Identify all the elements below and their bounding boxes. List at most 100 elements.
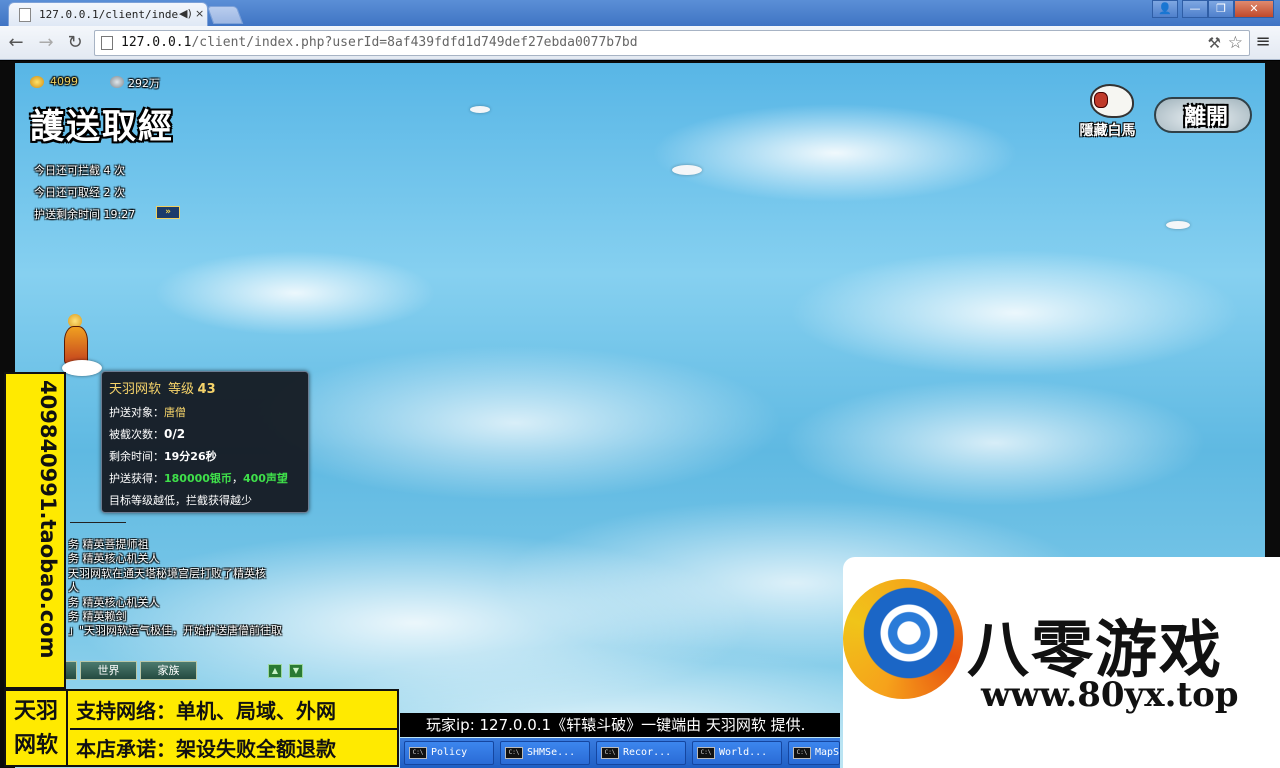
level-label: 等级: [168, 382, 195, 397]
chat-message: 天羽网软在通天塔秘境宫层打败了精英核: [68, 566, 266, 580]
cloud-mount-icon: [62, 360, 102, 376]
console-icon: C:\: [601, 747, 619, 759]
reward-reputation: 400声望: [242, 472, 288, 485]
hidden-horse-label: 隱藏白馬: [1079, 123, 1136, 139]
tooltip-intercepted: 被截次数：0/2: [109, 426, 185, 442]
speaker-icon[interactable]: ◀): [179, 7, 192, 20]
banner-divider: [70, 728, 397, 730]
leave-label: 離開: [1184, 104, 1229, 130]
airship-icon: [672, 165, 702, 175]
url-host: 127.0.0.1: [121, 35, 192, 50]
address-bar[interactable]: 127.0.0.1/client/index.php?userId=8af439…: [94, 30, 1250, 56]
chat-message: 务 精英核心机关人: [68, 552, 160, 566]
tab-title: 127.0.0.1/client/index: [39, 8, 179, 21]
reward-silver: 180000银币: [164, 472, 232, 485]
forward-icon[interactable]: →: [35, 32, 57, 54]
console-icon: C:\: [505, 747, 523, 759]
tooltip-reward: 护送获得：180000银币，400声望: [109, 470, 288, 486]
taobao-url: 409840991.taobao.com: [36, 380, 60, 659]
taskbar-item-mapse[interactable]: C:\ MapSe: [788, 741, 840, 765]
intercepted-value: 0/2: [164, 427, 186, 441]
escorts-left: 今日还可取经 2 次: [34, 186, 125, 199]
chat-log: 务 精英菩提师祖 务 精英核心机关人 天羽网软在通天塔秘境宫层打败了精英核 人 …: [68, 538, 318, 639]
wrench-icon[interactable]: ⚒: [1208, 34, 1221, 52]
task-label: World...: [719, 747, 768, 758]
page-icon: [101, 36, 113, 50]
page-icon: [19, 8, 31, 22]
reload-icon[interactable]: ↻: [64, 32, 86, 54]
leave-button[interactable]: 離開: [1154, 91, 1254, 137]
new-tab-button[interactable]: [206, 6, 244, 24]
tooltip-target: 护送对象：唐僧: [109, 404, 186, 420]
game-viewport[interactable]: 4099 292万 護送取經 今日还可拦截 4 次 今日还可取经 2 次 护送剩…: [0, 61, 1280, 768]
taskbar: C:\ Policy C:\ SHMSe... C:\ Recor... C:\ Wor…: [400, 738, 840, 768]
menu-icon[interactable]: ≡: [1254, 32, 1272, 52]
task-label: Recor...: [623, 747, 672, 758]
escort-tooltip: 天羽网软 等级 43 护送对象：唐僧 被截次数：0/2 剩余时间：19分26秒 …: [101, 371, 309, 513]
intercepted-label: 被截次数：: [109, 428, 164, 441]
tab-world[interactable]: 世界: [80, 661, 137, 680]
reward-label: 护送获得：: [109, 472, 164, 485]
chat-message: 务 精英菩提师祖: [68, 538, 149, 551]
fast-forward-button[interactable]: »: [156, 206, 180, 219]
chat-divider: [70, 522, 126, 523]
monk-robe: [64, 326, 88, 364]
console-icon: C:\: [697, 747, 715, 759]
player-ip-bar: 玩家ip: 127.0.0.1《轩辕斗破》一键端由 天羽网软 提供.: [400, 713, 840, 737]
console-icon: C:\: [793, 747, 811, 759]
url-text[interactable]: 127.0.0.1/client/index.php?userId=8af439…: [121, 35, 638, 50]
hidden-horse-button[interactable]: 隱藏白馬: [1070, 76, 1145, 141]
rider-icon: [1094, 92, 1108, 108]
time-label: 剩余时间：: [109, 450, 164, 463]
taobao-side-banner: 409840991.taobao.com: [4, 372, 66, 689]
escort-remaining-time: 护送剩余时间 19:27: [34, 208, 136, 221]
brand-logo: 天羽网软: [6, 691, 68, 765]
watermark-logo-panel: 八零游戏 www.80yx.top: [843, 557, 1280, 768]
browser-toolbar: ← → ↻ 127.0.0.1/client/index.php?userId=…: [0, 26, 1280, 60]
console-icon: C:\: [409, 747, 427, 759]
airship-icon: [1166, 221, 1190, 229]
chat-message: 人: [68, 581, 79, 595]
tab-family[interactable]: 家族: [140, 661, 197, 680]
page-title: 護送取經: [30, 107, 174, 147]
tooltip-time: 剩余时间：19分26秒: [109, 448, 217, 464]
tooltip-header: 天羽网软 等级 43: [109, 378, 216, 397]
level-value: 43: [197, 382, 216, 397]
taskbar-item-shmse[interactable]: C:\ SHMSe...: [500, 741, 590, 765]
shop-promise-banner: 天羽网软 支持网络：单机、局域、外网 本店承诺：架设失败全额退款: [4, 689, 399, 767]
taskbar-item-policy[interactable]: C:\ Policy: [404, 741, 494, 765]
swirl-logo-icon: [843, 579, 963, 699]
airship-icon: [470, 106, 490, 113]
refund-promise-text: 本店承诺：架设失败全额退款: [76, 737, 336, 761]
chat-message: 」"天羽网软运气极佳，开始护送唐僧前往取: [68, 624, 283, 638]
gold-coin-icon: [30, 76, 44, 88]
player-name: 天羽网软: [109, 382, 162, 397]
task-label: Policy: [431, 747, 468, 758]
silver-amount: 292万: [128, 77, 160, 90]
browser-titlebar: 127.0.0.1/client/index ◀) × 👤 — ❐ ✕: [0, 0, 1280, 26]
chat-scroll-up-button[interactable]: ▲: [268, 664, 282, 678]
chat-message: 务 精英核心机关人: [68, 595, 160, 609]
chat-message: 务 精英赖剑: [68, 610, 127, 624]
back-icon[interactable]: ←: [5, 32, 27, 54]
chat-scroll-down-button[interactable]: ▼: [289, 664, 303, 678]
taskbar-item-world[interactable]: C:\ World...: [692, 741, 782, 765]
tooltip-hint: 目标等级越低，拦截获得越少: [109, 494, 252, 507]
task-label: MapSe: [815, 747, 840, 758]
intercepts-left: 今日还可拦截 4 次: [34, 164, 125, 177]
close-window-button[interactable]: ✕: [1234, 0, 1274, 18]
target-label: 护送对象：: [109, 406, 164, 419]
tang-monk-sprite[interactable]: [62, 314, 102, 384]
tab-close-icon[interactable]: ×: [195, 7, 204, 20]
browser-tab[interactable]: 127.0.0.1/client/index ◀) ×: [8, 2, 208, 26]
logo-url-text: www.80yx.top: [981, 675, 1239, 715]
url-path: /client/index.php?userId=8af439fdfd1d749…: [191, 35, 638, 50]
taskbar-item-recor[interactable]: C:\ Recor...: [596, 741, 686, 765]
maximize-button[interactable]: ❐: [1208, 0, 1234, 18]
gold-amount: 4099: [50, 75, 78, 88]
task-label: SHMSe...: [527, 747, 576, 758]
user-icon[interactable]: 👤: [1152, 0, 1178, 18]
bookmark-star-icon[interactable]: ☆: [1228, 33, 1243, 53]
reward-separator: ，: [231, 472, 243, 485]
minimize-button[interactable]: —: [1182, 0, 1208, 18]
